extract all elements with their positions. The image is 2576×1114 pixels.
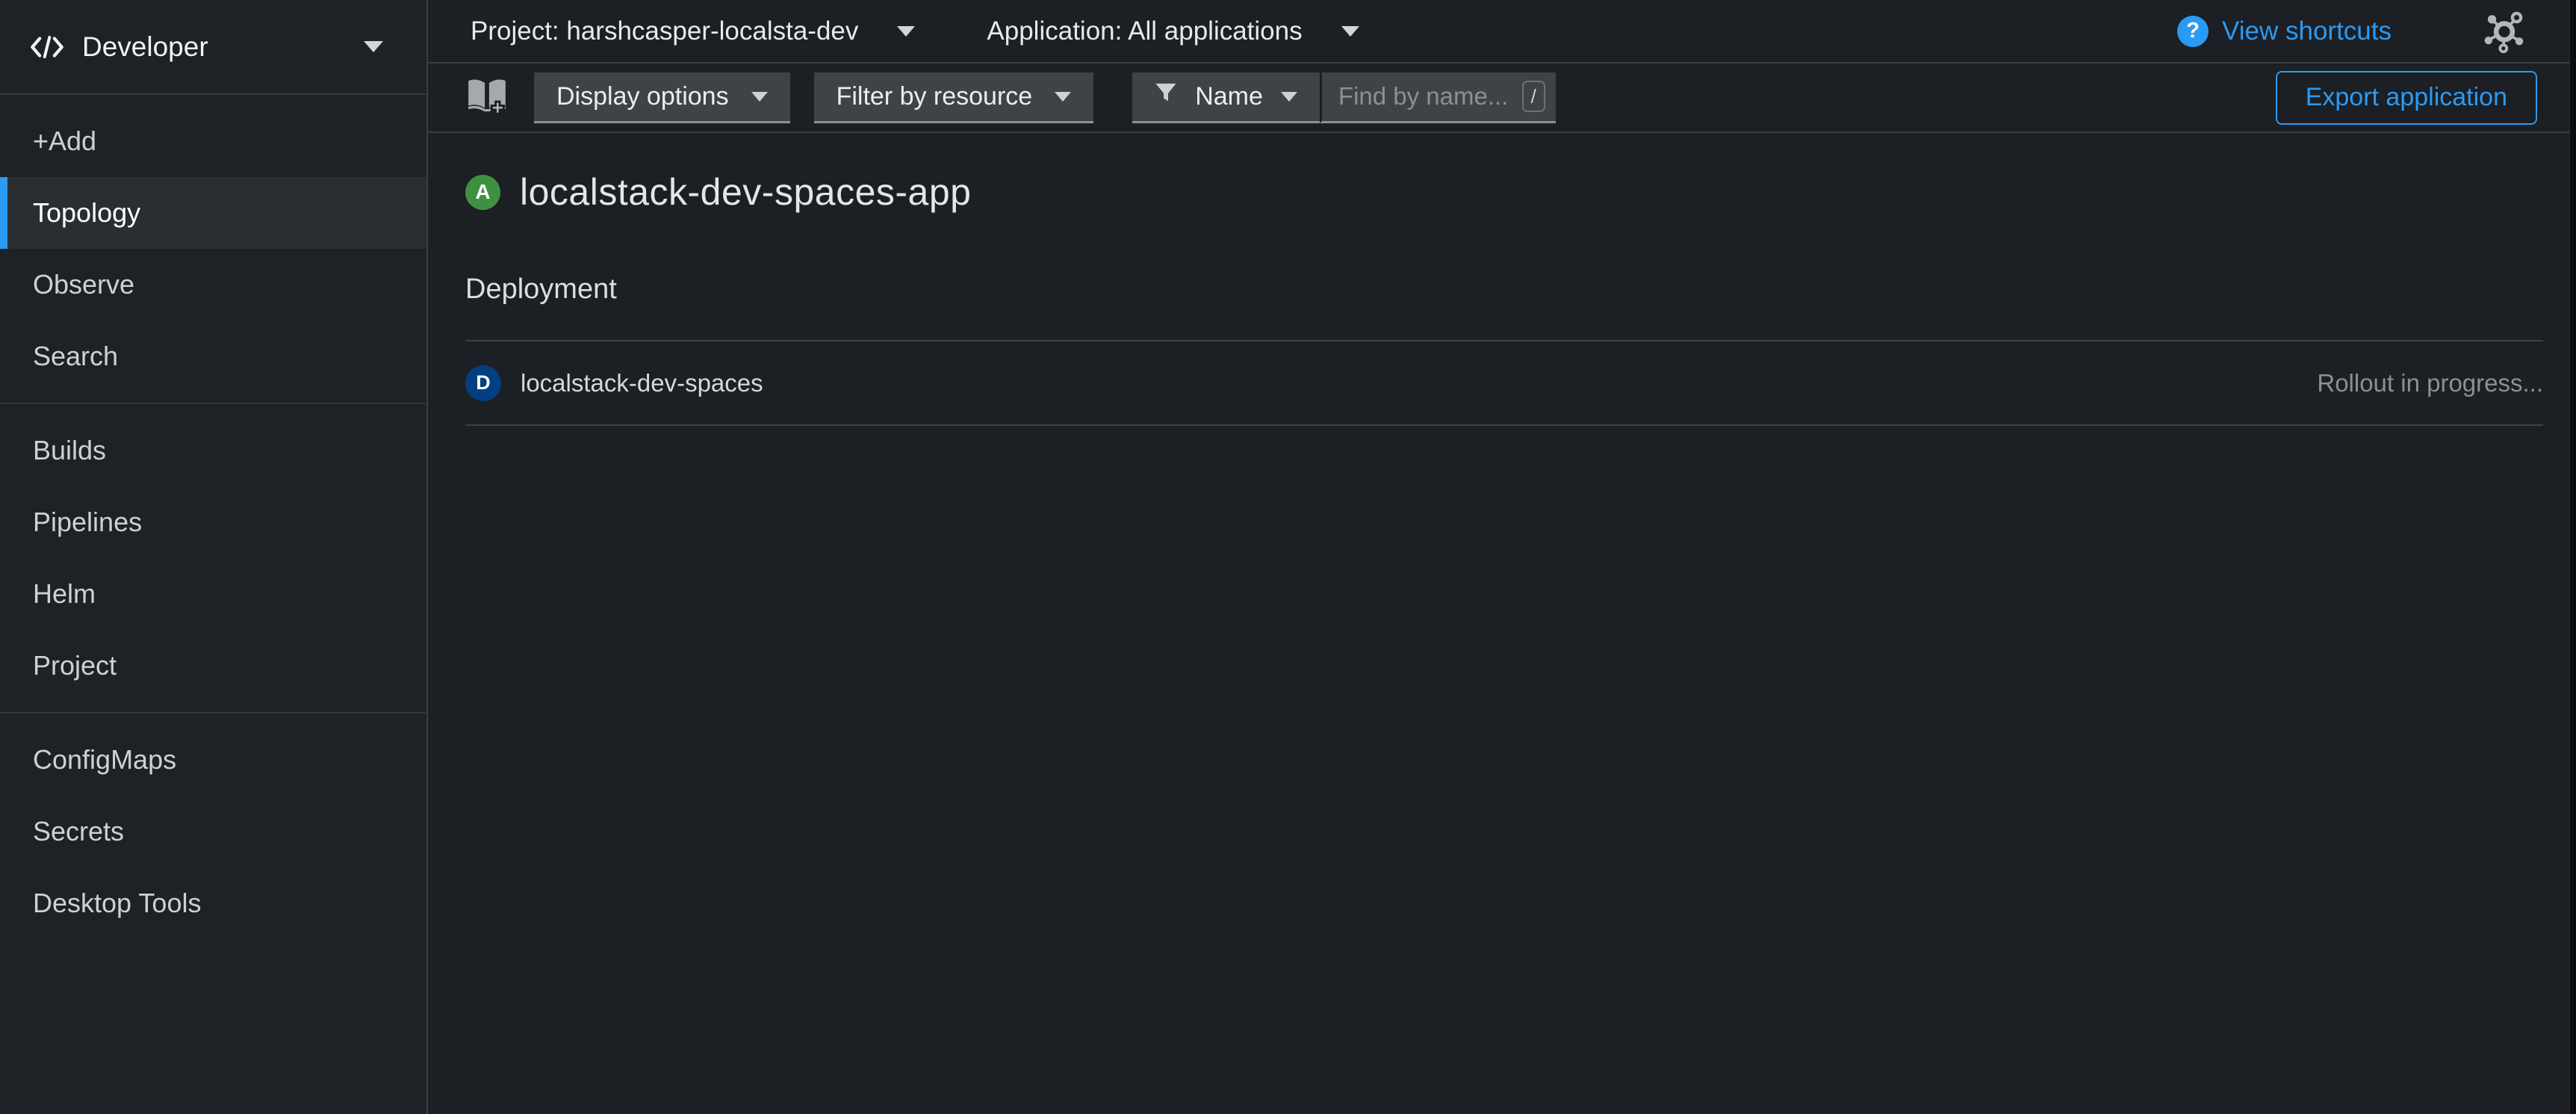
name-filter-dropdown[interactable]: Name bbox=[1132, 72, 1320, 123]
chevron-down-icon bbox=[1281, 92, 1297, 102]
display-options-dropdown[interactable]: Display options bbox=[534, 72, 790, 123]
nav-group-1: +Add Topology Observe Search bbox=[0, 95, 426, 403]
slash-shortcut-kbd: / bbox=[1522, 81, 1545, 112]
project-dropdown-label: Project: harshcasper-localsta-dev bbox=[471, 16, 858, 46]
section-heading-deployment: Deployment bbox=[465, 273, 2543, 306]
main-area: Project: harshcasper-localsta-dev Applic… bbox=[428, 0, 2570, 1114]
application-dropdown-label: Application: All applications bbox=[987, 16, 1302, 46]
chevron-down-icon bbox=[364, 41, 383, 52]
application-badge: A bbox=[465, 175, 500, 210]
view-shortcuts-link[interactable]: ? View shortcuts bbox=[2177, 16, 2392, 47]
find-by-name-input[interactable] bbox=[1337, 81, 1515, 111]
filter-by-resource-label: Filter by resource bbox=[837, 82, 1033, 111]
application-name: localstack-dev-spaces-app bbox=[520, 170, 971, 214]
sidebar-nav: +Add Topology Observe Search Builds Pipe… bbox=[0, 95, 426, 1114]
funnel-icon bbox=[1155, 82, 1177, 111]
find-by-name-field: / bbox=[1320, 72, 1556, 123]
deployment-badge: D bbox=[465, 365, 501, 401]
sidebar-item-observe[interactable]: Observe bbox=[0, 249, 426, 321]
chevron-down-icon bbox=[897, 26, 915, 37]
perspective-switcher[interactable]: Developer bbox=[0, 0, 426, 95]
openshift-console: Developer +Add Topology Observe Search B… bbox=[0, 0, 2570, 1114]
chevron-down-icon bbox=[1055, 92, 1071, 102]
sidebar-item-add[interactable]: +Add bbox=[0, 105, 426, 177]
book-plus-icon bbox=[465, 76, 509, 119]
deployment-name: localstack-dev-spaces bbox=[521, 369, 763, 397]
sidebar-item-search[interactable]: Search bbox=[0, 321, 426, 392]
chevron-down-icon bbox=[751, 92, 768, 102]
nav-group-2: Builds Pipelines Helm Project bbox=[0, 403, 426, 712]
application-group-heading: A localstack-dev-spaces-app bbox=[465, 170, 2543, 214]
context-bar: Project: harshcasper-localsta-dev Applic… bbox=[428, 0, 2570, 64]
nav-group-3: ConfigMaps Secrets Desktop Tools bbox=[0, 712, 426, 950]
sidebar-item-secrets[interactable]: Secrets bbox=[0, 796, 426, 867]
name-filter-label: Name bbox=[1195, 82, 1263, 111]
sidebar: Developer +Add Topology Observe Search B… bbox=[0, 0, 428, 1114]
deployment-status-text: Rollout in progress... bbox=[2317, 369, 2543, 397]
quick-starts-button[interactable] bbox=[465, 76, 509, 119]
filter-by-resource-dropdown[interactable]: Filter by resource bbox=[814, 72, 1094, 123]
application-dropdown[interactable]: Application: All applications bbox=[987, 16, 1359, 46]
name-filter-group: Name / bbox=[1132, 72, 1556, 123]
question-circle-icon: ? bbox=[2177, 16, 2209, 47]
sidebar-item-desktop-tools[interactable]: Desktop Tools bbox=[0, 867, 426, 939]
sidebar-item-topology[interactable]: Topology bbox=[0, 177, 426, 249]
sidebar-item-helm[interactable]: Helm bbox=[0, 558, 426, 630]
view-shortcuts-label: View shortcuts bbox=[2222, 16, 2392, 46]
display-options-label: Display options bbox=[556, 82, 729, 111]
export-application-button[interactable]: Export application bbox=[2276, 71, 2537, 125]
sidebar-item-project[interactable]: Project bbox=[0, 630, 426, 702]
sidebar-item-pipelines[interactable]: Pipelines bbox=[0, 486, 426, 558]
topology-toolbar: Display options Filter by resource Name bbox=[428, 64, 2570, 133]
deployment-list-item[interactable]: D localstack-dev-spaces Rollout in progr… bbox=[465, 340, 2543, 426]
perspective-label: Developer bbox=[82, 31, 208, 63]
page-scrollbar[interactable] bbox=[2569, 0, 2576, 1114]
topology-list-view: A localstack-dev-spaces-app Deployment D… bbox=[428, 133, 2570, 1114]
topology-graph-icon bbox=[2480, 5, 2529, 57]
sidebar-item-builds[interactable]: Builds bbox=[0, 415, 426, 486]
chevron-down-icon bbox=[1341, 26, 1359, 37]
code-icon bbox=[30, 34, 64, 60]
project-dropdown[interactable]: Project: harshcasper-localsta-dev bbox=[471, 16, 915, 46]
sidebar-item-configmaps[interactable]: ConfigMaps bbox=[0, 724, 426, 796]
topology-view-toggle[interactable] bbox=[2480, 5, 2529, 57]
